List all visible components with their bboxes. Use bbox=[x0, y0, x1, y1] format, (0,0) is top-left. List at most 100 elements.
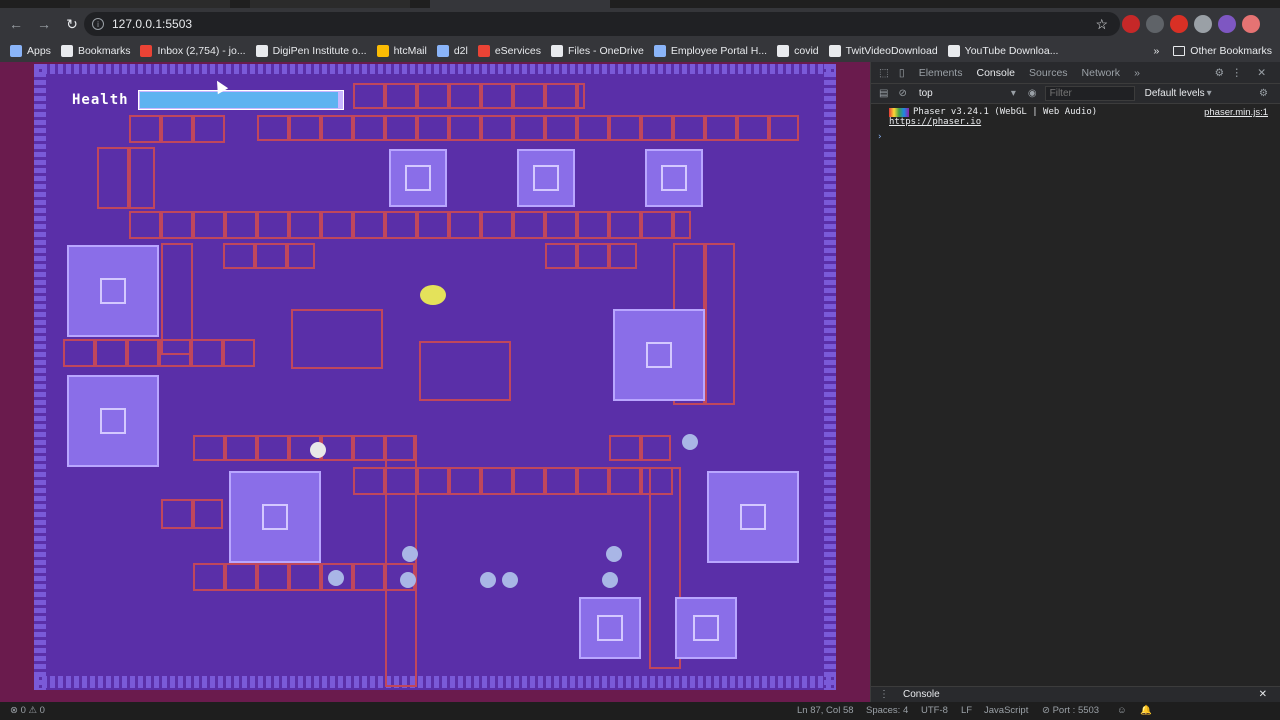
wall-tile bbox=[34, 640, 46, 645]
encoding[interactable]: UTF-8 bbox=[921, 705, 948, 716]
live-server-port[interactable]: ⊘ Port : 5503 bbox=[1042, 705, 1099, 716]
wall-tile bbox=[722, 64, 727, 74]
console-settings-gear-icon[interactable]: ⚙ bbox=[1259, 88, 1268, 99]
wall-tile bbox=[34, 112, 46, 117]
drawer-menu-icon[interactable]: ⋮ bbox=[879, 689, 889, 700]
wall-tile bbox=[354, 64, 359, 74]
console-filter-input[interactable] bbox=[1044, 86, 1135, 101]
console-messages: Phaser v3.24.1 (WebGL | Web Audio) https… bbox=[871, 104, 1280, 144]
line-ending[interactable]: LF bbox=[961, 705, 972, 716]
info-icon[interactable]: i bbox=[92, 18, 104, 30]
kebab-menu-icon[interactable]: ⋮ bbox=[1232, 67, 1243, 79]
tab-sources[interactable]: Sources bbox=[1029, 67, 1068, 79]
wall-tile bbox=[824, 240, 836, 245]
device-toolbar-icon[interactable]: ▯ bbox=[899, 67, 905, 79]
enemy-sprite bbox=[480, 572, 496, 588]
bookmark-item[interactable]: Bookmarks bbox=[60, 45, 130, 57]
settings-gear-icon[interactable]: ⚙ bbox=[1215, 67, 1224, 79]
pdf-icon[interactable] bbox=[1170, 15, 1188, 33]
console-log-source[interactable]: phaser.min.js:1 bbox=[1204, 107, 1268, 118]
wall-tile bbox=[818, 676, 823, 688]
wall-tile bbox=[522, 676, 527, 688]
puzzle-icon[interactable] bbox=[1194, 15, 1212, 33]
cursor-position[interactable]: Ln 87, Col 58 bbox=[797, 705, 854, 716]
indentation[interactable]: Spaces: 4 bbox=[866, 705, 908, 716]
bookmark-item[interactable]: Employee Portal H... bbox=[653, 45, 767, 57]
wall-tile bbox=[34, 384, 46, 389]
browser-tab[interactable] bbox=[70, 0, 230, 8]
star-icon[interactable]: ☆ bbox=[1095, 16, 1108, 33]
wall-tile bbox=[130, 64, 135, 74]
problems-count[interactable]: ⊗ 0 ⚠ 0 bbox=[10, 705, 45, 716]
tab-network[interactable]: Network bbox=[1082, 67, 1121, 79]
wall-tile bbox=[34, 288, 46, 293]
bookmark-item[interactable]: covid bbox=[777, 45, 819, 57]
tab-elements[interactable]: Elements bbox=[919, 67, 963, 79]
wall-tile bbox=[642, 676, 647, 688]
wall-tile bbox=[170, 676, 175, 688]
bookmark-item[interactable]: YouTube Downloa... bbox=[947, 45, 1058, 57]
clear-console-icon[interactable]: ⊘ bbox=[898, 88, 906, 99]
brick-tile bbox=[481, 115, 513, 141]
browser-tab[interactable] bbox=[250, 0, 410, 8]
feedback-icon[interactable]: ☺ bbox=[1117, 705, 1127, 716]
abp-icon[interactable] bbox=[1122, 15, 1140, 33]
wall-tile bbox=[824, 520, 836, 525]
other-bookmarks[interactable]: Other Bookmarks bbox=[1190, 45, 1272, 57]
inspect-icon[interactable]: ⬚ bbox=[879, 67, 889, 79]
bookmark-item[interactable]: Inbox (2,754) - jo... bbox=[140, 45, 246, 57]
language-mode[interactable]: JavaScript bbox=[984, 705, 1028, 716]
wall-tile bbox=[722, 676, 727, 688]
console-log-link[interactable]: https://phaser.io bbox=[889, 117, 981, 127]
close-devtools-icon[interactable]: ✕ bbox=[1257, 67, 1266, 79]
wall-tile bbox=[824, 456, 836, 461]
game-canvas[interactable]: Health bbox=[34, 64, 836, 690]
bookmark-item[interactable]: DigiPen Institute o... bbox=[255, 45, 367, 57]
address-bar[interactable]: i 127.0.0.1:5503 ☆ bbox=[84, 12, 1120, 36]
bookmark-item[interactable]: htcMail bbox=[376, 45, 427, 57]
wall-tile bbox=[34, 664, 46, 669]
wall-tile bbox=[34, 280, 46, 285]
sidebar-toggle-icon[interactable]: ▤ bbox=[879, 88, 888, 99]
extension-icon-1[interactable] bbox=[1146, 15, 1164, 33]
back-icon[interactable]: ← bbox=[4, 12, 28, 36]
wall-tile bbox=[666, 676, 671, 688]
more-tabs-icon[interactable]: » bbox=[1134, 67, 1140, 79]
wall-tile bbox=[34, 408, 46, 413]
tab-console[interactable]: Console bbox=[976, 67, 1015, 79]
stone-block bbox=[517, 149, 575, 207]
wall-tile bbox=[34, 296, 46, 301]
more-bookmarks-icon[interactable]: » bbox=[1153, 45, 1159, 57]
wall-tile bbox=[706, 676, 711, 688]
bookmark-item[interactable]: Apps bbox=[10, 45, 51, 57]
close-drawer-icon[interactable]: ✕ bbox=[1259, 689, 1267, 700]
wall-tile bbox=[34, 240, 46, 245]
wall-tile bbox=[690, 64, 695, 74]
reload-icon[interactable]: ↻ bbox=[60, 12, 84, 36]
bookmark-item[interactable]: TwitVideoDownload bbox=[828, 45, 938, 57]
forward-icon[interactable]: → bbox=[32, 12, 56, 36]
browser-tab-active[interactable] bbox=[430, 0, 610, 8]
wall-tile bbox=[570, 64, 575, 74]
context-select[interactable]: top bbox=[919, 88, 1011, 99]
drawer-tab-console[interactable]: Console bbox=[903, 689, 940, 700]
bookmark-item[interactable]: eServices bbox=[477, 45, 541, 57]
wall-tile bbox=[34, 648, 46, 653]
wall-tile bbox=[338, 676, 343, 688]
wall-tile bbox=[34, 544, 46, 549]
wall-tile bbox=[824, 208, 836, 213]
bookmark-item[interactable]: d2l bbox=[436, 45, 468, 57]
wall-tile bbox=[34, 616, 46, 621]
wall-tile bbox=[562, 676, 567, 688]
wall-tile bbox=[666, 64, 671, 74]
live-expression-eye-icon[interactable]: ◉ bbox=[1028, 88, 1037, 99]
console-prompt[interactable]: › bbox=[877, 132, 882, 142]
wall-tile bbox=[34, 608, 46, 613]
notifications-bell-icon[interactable]: 🔔 bbox=[1140, 705, 1152, 716]
profile-avatar[interactable] bbox=[1218, 15, 1236, 33]
wall-tile bbox=[824, 224, 836, 229]
update-icon[interactable] bbox=[1242, 15, 1260, 33]
log-levels-select[interactable]: Default levels bbox=[1145, 88, 1205, 99]
stone-block bbox=[389, 149, 447, 207]
bookmark-item[interactable]: Files - OneDrive bbox=[550, 45, 644, 57]
